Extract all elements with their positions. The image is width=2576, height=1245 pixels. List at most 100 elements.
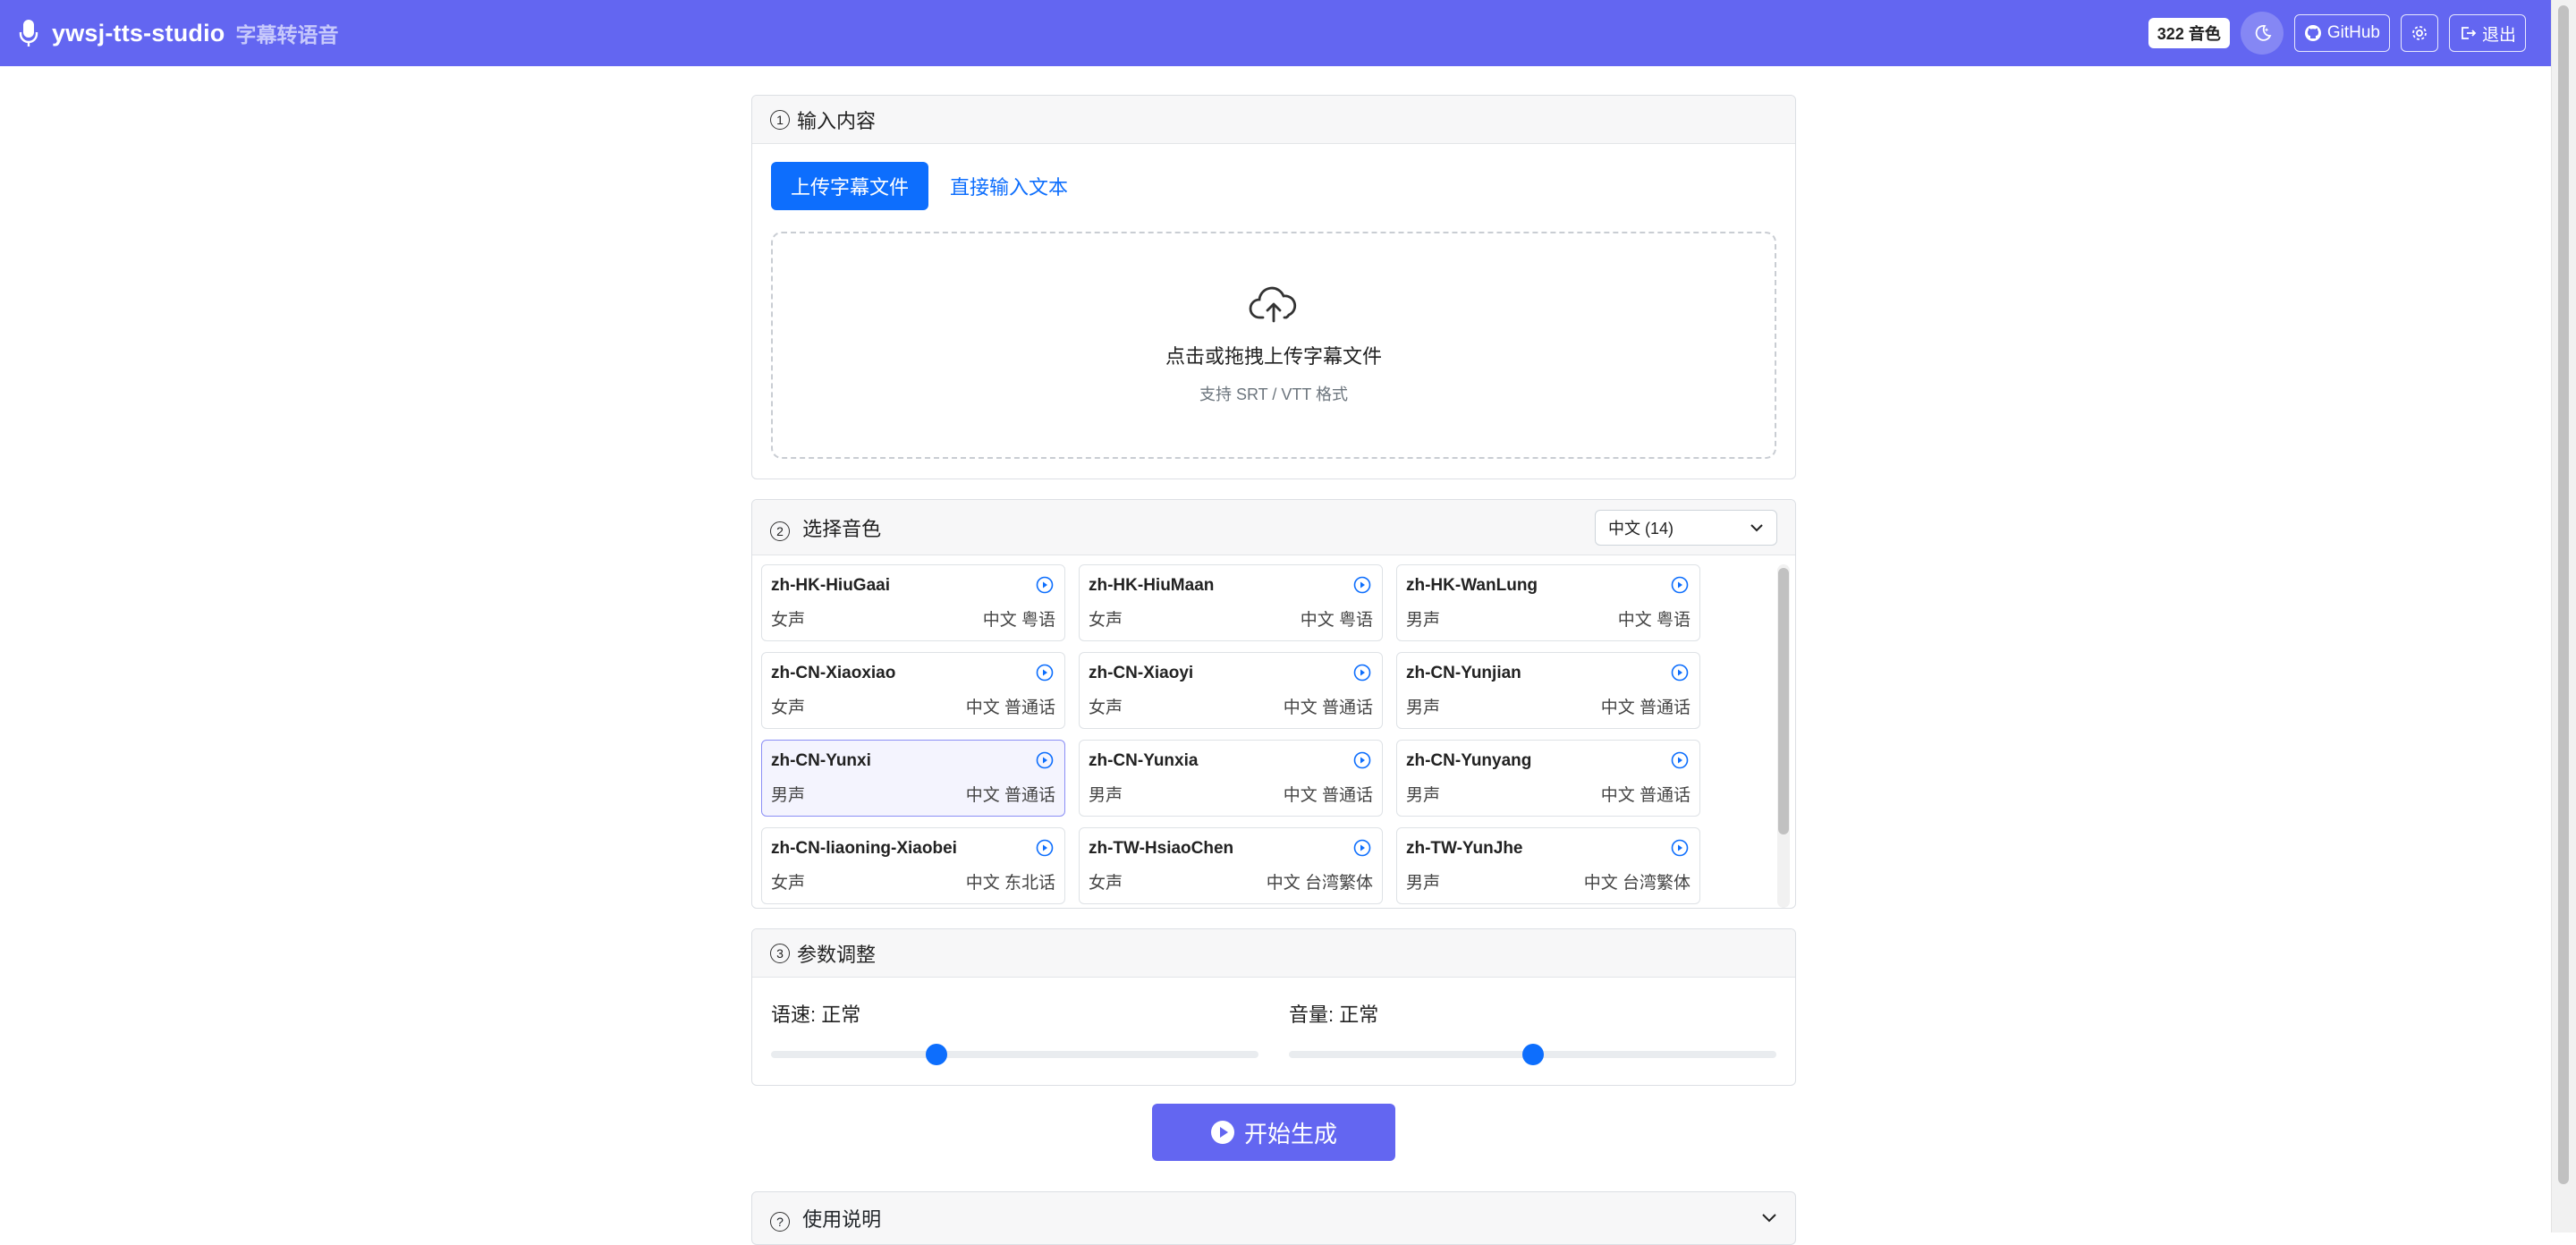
voice-card-item[interactable]: zh-CN-Xiaoyi 女声 中文 普通话 <box>1079 652 1383 729</box>
logout-label: 退出 <box>2481 25 2516 45</box>
voice-card-item[interactable]: zh-CN-liaoning-Xiaobei 女声 中文 东北话 <box>761 827 1065 904</box>
voice-gender: 女声 <box>1089 699 1123 717</box>
params-card: 3 参数调整 语速: 正常 音量: 正常 <box>751 928 1796 1086</box>
voice-card-item[interactable]: zh-CN-Yunyang 男声 中文 普通话 <box>1396 740 1700 817</box>
usage-title: 使用说明 <box>802 1208 882 1231</box>
voice-card-item[interactable]: zh-TW-YunJhe 男声 中文 台湾繁体 <box>1396 827 1700 904</box>
voice-name: zh-HK-HiuMaan <box>1089 576 1215 595</box>
voice-name: zh-CN-liaoning-Xiaobei <box>771 839 957 858</box>
help-icon: ? <box>770 1212 790 1232</box>
params-card-title: 参数调整 <box>797 943 877 966</box>
moon-icon <box>2255 25 2272 41</box>
input-card-header: 1 输入内容 <box>752 96 1795 144</box>
play-preview-icon[interactable] <box>1036 751 1054 769</box>
volume-slider[interactable] <box>1289 1044 1776 1065</box>
voice-name: zh-CN-Xiaoyi <box>1089 664 1194 682</box>
speed-slider-thumb[interactable] <box>926 1044 948 1065</box>
voice-card-item[interactable]: zh-HK-HiuMaan 女声 中文 粤语 <box>1079 564 1383 641</box>
voice-name: zh-HK-WanLung <box>1406 576 1538 595</box>
volume-slider-thumb[interactable] <box>1521 1044 1544 1065</box>
voice-name: zh-CN-Yunxi <box>771 751 871 770</box>
voice-card: 2 选择音色 中文 (14) zh-HK-HiuGaai 女声 中文 粤语 zh-HK… <box>751 499 1796 909</box>
volume-label: 音量: 正常 <box>1289 1004 1379 1026</box>
main-content: 1 输入内容 上传字幕文件 直接输入文本 点击或拖拽上传字幕文件 支持 SRT … <box>751 95 1796 1245</box>
microphone-icon <box>19 20 38 47</box>
voice-tags: 中文 普通话 <box>1600 699 1690 717</box>
start-generate-label: 开始生成 <box>1243 1120 1337 1148</box>
play-preview-icon[interactable] <box>1671 751 1689 769</box>
voice-tags: 中文 粤语 <box>1617 611 1690 630</box>
voice-gender: 女声 <box>771 699 806 717</box>
voice-card-item[interactable]: zh-HK-WanLung 男声 中文 粤语 <box>1396 564 1700 641</box>
voice-card-item[interactable]: zh-CN-Yunxi 男声 中文 普通话 <box>761 740 1065 817</box>
voice-name: zh-CN-Xiaoxiao <box>771 664 896 682</box>
params-card-header: 3 参数调整 <box>752 929 1795 978</box>
voice-gender: 女声 <box>771 874 806 893</box>
voice-name: zh-CN-Yunyang <box>1406 751 1532 770</box>
app-title: ywsj-tts-studio <box>52 19 225 47</box>
voice-gender: 男声 <box>1406 611 1441 630</box>
top-navbar: ywsj-tts-studio 字幕转语音 322 音色 GitHub 退出 <box>0 0 2551 66</box>
voice-tags: 中文 普通话 <box>965 786 1055 805</box>
play-preview-icon[interactable] <box>1671 839 1689 857</box>
language-select-value: 中文 (14) <box>1608 519 1674 538</box>
voice-tags: 中文 普通话 <box>965 699 1055 717</box>
voice-gender: 男声 <box>771 786 806 805</box>
play-preview-icon[interactable] <box>1671 576 1689 594</box>
start-generate-button[interactable]: 开始生成 <box>1152 1104 1395 1161</box>
voice-card-item[interactable]: zh-CN-Yunxia 男声 中文 普通话 <box>1079 740 1383 817</box>
usage-instructions-header[interactable]: ? 使用说明 <box>751 1191 1796 1245</box>
step-number: 2 <box>770 521 790 541</box>
page-scrollbar-thumb[interactable] <box>2558 5 2569 1184</box>
speed-label: 语速: 正常 <box>771 1004 861 1026</box>
cloud-upload-icon <box>1249 286 1297 323</box>
play-preview-icon[interactable] <box>1353 664 1371 682</box>
play-preview-icon[interactable] <box>1671 664 1689 682</box>
speed-slider[interactable] <box>771 1044 1258 1065</box>
tab-direct-text[interactable]: 直接输入文本 <box>932 162 1086 210</box>
play-preview-icon[interactable] <box>1353 839 1371 857</box>
voice-tags: 中文 普通话 <box>1283 699 1373 717</box>
voice-tags: 中文 台湾繁体 <box>1266 874 1373 893</box>
app-subtitle: 字幕转语音 <box>235 23 339 47</box>
voice-card-item[interactable]: zh-CN-Xiaoxiao 女声 中文 普通话 <box>761 652 1065 729</box>
subtitle-dropzone[interactable]: 点击或拖拽上传字幕文件 支持 SRT / VTT 格式 <box>771 232 1776 459</box>
settings-button[interactable] <box>2400 14 2438 52</box>
voice-gender: 男声 <box>1406 874 1441 893</box>
voice-tags: 中文 普通话 <box>1283 786 1373 805</box>
logout-button[interactable]: 退出 <box>2448 14 2526 52</box>
play-preview-icon[interactable] <box>1036 839 1054 857</box>
chevron-down-icon <box>1762 1214 1776 1223</box>
step-number: 3 <box>770 943 790 963</box>
tab-upload-subtitle[interactable]: 上传字幕文件 <box>771 162 929 210</box>
voice-card-title: 选择音色 <box>802 517 882 540</box>
input-card: 1 输入内容 上传字幕文件 直接输入文本 点击或拖拽上传字幕文件 支持 SRT … <box>751 95 1796 479</box>
voice-card-header: 2 选择音色 中文 (14) <box>752 500 1795 555</box>
theme-toggle-button[interactable] <box>2240 12 2284 55</box>
play-preview-icon[interactable] <box>1036 576 1054 594</box>
dropzone-subtitle: 支持 SRT / VTT 格式 <box>1199 385 1349 403</box>
voice-card-item[interactable]: zh-CN-Yunjian 男声 中文 普通话 <box>1396 652 1700 729</box>
voice-card-item[interactable]: zh-HK-HiuGaai 女声 中文 粤语 <box>761 564 1065 641</box>
voice-tags: 中文 台湾繁体 <box>1583 874 1690 893</box>
input-tabs: 上传字幕文件 直接输入文本 <box>771 162 1776 210</box>
play-preview-icon[interactable] <box>1353 751 1371 769</box>
dropzone-title: 点击或拖拽上传字幕文件 <box>1165 345 1382 368</box>
chevron-down-icon <box>1750 523 1763 531</box>
voice-name: zh-TW-YunJhe <box>1406 839 1523 858</box>
voice-card-item[interactable]: zh-TW-HsiaoChen 女声 中文 台湾繁体 <box>1079 827 1383 904</box>
github-button[interactable]: GitHub <box>2293 14 2390 52</box>
play-preview-icon[interactable] <box>1353 576 1371 594</box>
voice-gender: 男声 <box>1406 786 1441 805</box>
voice-tags: 中文 粤语 <box>982 611 1055 630</box>
play-preview-icon[interactable] <box>1036 664 1054 682</box>
logout-icon <box>2462 27 2477 39</box>
voice-name: zh-CN-Yunxia <box>1089 751 1199 770</box>
language-select[interactable]: 中文 (14) <box>1595 509 1777 546</box>
voice-list[interactable]: zh-HK-HiuGaai 女声 中文 粤语 zh-HK-HiuMaan 女声 中文 粤语… <box>752 555 1795 908</box>
voice-list-scrollbar-thumb[interactable] <box>1778 568 1789 834</box>
brand[interactable]: ywsj-tts-studio 字幕转语音 <box>18 18 339 48</box>
voice-name: zh-HK-HiuGaai <box>771 576 890 595</box>
voice-gender: 女声 <box>771 611 806 630</box>
voice-name: zh-TW-HsiaoChen <box>1089 839 1234 858</box>
